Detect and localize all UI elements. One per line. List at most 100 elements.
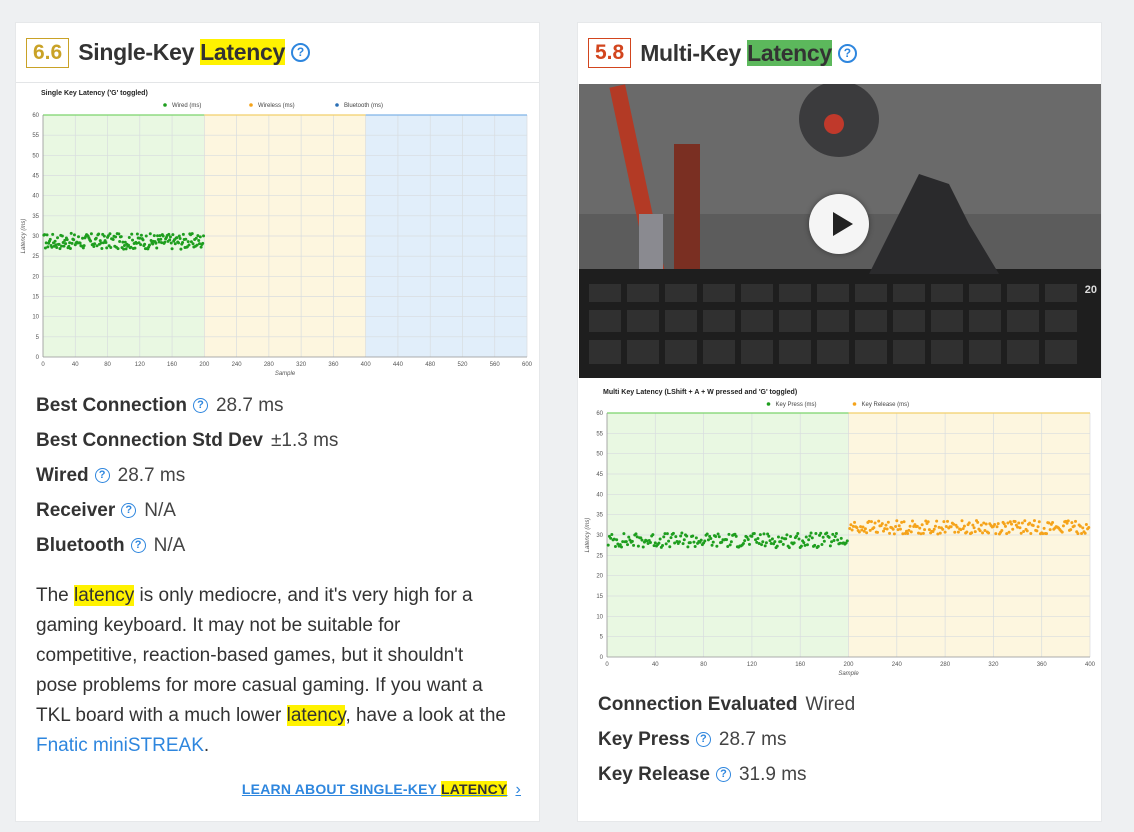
data-point — [784, 537, 788, 541]
data-point — [987, 531, 991, 535]
metric-row: Best Connection Std Dev ±1.3 ms — [36, 423, 338, 458]
data-point — [197, 238, 201, 242]
help-icon[interactable]: ? — [291, 43, 310, 62]
data-point — [920, 523, 924, 527]
latency-test-video[interactable]: 20 — [579, 84, 1101, 378]
learn-more-link[interactable]: LEARN ABOUT SINGLE-KEY LATENCY › — [242, 781, 521, 799]
legend-label: Bluetooth (ms) — [344, 103, 383, 109]
data-point — [69, 231, 73, 235]
play-icon[interactable] — [809, 194, 869, 254]
metric-value: 31.9 ms — [738, 763, 807, 785]
data-point — [799, 544, 803, 548]
metric-value: 28.7 ms — [117, 464, 186, 486]
data-point — [685, 534, 689, 538]
data-point — [767, 534, 771, 538]
help-icon[interactable]: ? — [130, 538, 146, 553]
data-point — [201, 241, 205, 245]
data-point — [716, 532, 720, 536]
y-tick-label: 60 — [32, 113, 39, 119]
x-tick-label: 320 — [988, 662, 999, 668]
data-point — [169, 241, 173, 245]
x-tick-label: 240 — [892, 662, 903, 668]
data-point — [703, 539, 707, 543]
data-point — [1074, 519, 1078, 523]
data-point — [816, 544, 820, 548]
data-point — [741, 541, 745, 545]
y-tick-label: 15 — [32, 295, 39, 301]
data-point — [955, 525, 959, 529]
data-point — [895, 519, 899, 523]
data-point — [921, 531, 925, 535]
chevron-right-icon: › — [515, 781, 521, 798]
metric-value: N/A — [153, 534, 186, 556]
data-point — [910, 519, 914, 523]
data-point — [102, 234, 106, 238]
data-point — [819, 531, 823, 535]
data-point — [1022, 529, 1026, 533]
data-point — [875, 530, 879, 534]
x-tick-label: 200 — [199, 362, 210, 368]
video-timestamp: 20 — [1084, 284, 1097, 296]
data-point — [886, 520, 890, 524]
data-point — [202, 234, 206, 238]
data-point — [821, 535, 825, 539]
data-point — [89, 239, 93, 243]
data-point — [785, 533, 789, 537]
data-point — [694, 536, 698, 540]
data-point — [65, 238, 69, 242]
data-point — [709, 536, 713, 540]
y-tick-label: 10 — [596, 614, 603, 620]
data-point — [915, 524, 919, 528]
data-point — [949, 525, 953, 529]
data-point — [836, 538, 840, 542]
y-axis-label: Latency (ms) — [21, 219, 27, 254]
legend-label: Wireless (ms) — [258, 103, 295, 109]
data-point — [154, 241, 158, 245]
metric-row: Bluetooth? N/A — [36, 528, 338, 563]
data-point — [714, 535, 718, 539]
data-point — [178, 237, 182, 241]
help-icon[interactable]: ? — [715, 767, 731, 782]
data-point — [613, 545, 617, 549]
data-point — [993, 523, 997, 527]
metric-row: Receiver? N/A — [36, 493, 338, 528]
data-point — [797, 537, 801, 541]
data-point — [681, 542, 685, 546]
legend-label: Key Release (ms) — [862, 402, 910, 408]
data-point — [747, 542, 751, 546]
x-axis-label: Sample — [275, 371, 296, 377]
data-point — [894, 524, 898, 528]
data-point — [181, 232, 185, 236]
data-point — [691, 534, 695, 538]
data-point — [1080, 531, 1084, 535]
y-tick-label: 15 — [596, 594, 603, 600]
data-point — [834, 532, 838, 536]
x-tick-label: 0 — [41, 362, 45, 368]
data-point — [693, 544, 697, 548]
help-icon[interactable]: ? — [837, 43, 857, 63]
y-tick-label: 40 — [596, 492, 603, 498]
data-point — [761, 540, 765, 544]
data-point — [1072, 524, 1076, 528]
data-point — [776, 535, 780, 539]
x-tick-label: 480 — [425, 362, 436, 368]
metric-value: Wired — [805, 693, 856, 715]
data-point — [147, 243, 151, 247]
data-point — [699, 538, 703, 542]
data-point — [908, 524, 912, 528]
metric-value: 28.7 ms — [718, 728, 787, 750]
help-icon[interactable]: ? — [695, 732, 711, 747]
product-link[interactable]: Fnatic miniSTREAK — [36, 735, 204, 756]
data-point — [828, 544, 832, 548]
help-icon[interactable]: ? — [121, 503, 137, 518]
help-icon[interactable]: ? — [192, 398, 208, 413]
data-point — [1035, 529, 1039, 533]
data-point — [795, 534, 799, 538]
title-highlight: Latency — [200, 39, 285, 65]
x-tick-label: 160 — [795, 662, 806, 668]
data-point — [832, 539, 836, 543]
data-point — [62, 244, 66, 248]
y-tick-label: 0 — [36, 355, 40, 361]
data-point — [956, 530, 960, 534]
help-icon[interactable]: ? — [94, 468, 110, 483]
